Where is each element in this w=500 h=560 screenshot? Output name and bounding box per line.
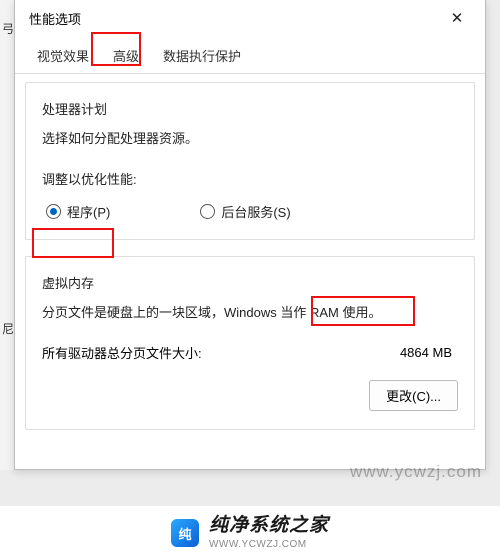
change-button[interactable]: 更改(C)... [369, 380, 458, 411]
virtual-memory-group: 虚拟内存 分页文件是硬盘上的一块区域，Windows 当作 RAM 使用。 所有… [25, 256, 475, 430]
footer-brand-en: WWW.YCWZJ.COM [209, 539, 329, 550]
tab-bar: 视觉效果 高级 数据执行保护 [15, 36, 485, 74]
vm-group-title: 虚拟内存 [42, 273, 458, 292]
footer-logo-icon: 纯 [171, 519, 199, 547]
vm-size-label: 所有驱动器总分页文件大小: [42, 343, 202, 362]
titlebar: 性能选项 ✕ [15, 0, 485, 36]
vm-size-row: 所有驱动器总分页文件大小: 4864 MB [42, 343, 458, 362]
background-window-strip: 弓 尼 [0, 0, 14, 470]
dialog-content: 处理器计划 选择如何分配处理器资源。 调整以优化性能: 程序(P) 后台服务(S… [15, 74, 485, 456]
radio-row: 程序(P) 后台服务(S) [42, 202, 458, 221]
radio-icon-unchecked [200, 204, 215, 219]
vm-group-desc: 分页文件是硬盘上的一块区域，Windows 当作 RAM 使用。 [42, 302, 458, 321]
performance-options-dialog: 性能选项 ✕ 视觉效果 高级 数据执行保护 处理器计划 选择如何分配处理器资源。… [14, 0, 486, 470]
close-button[interactable]: ✕ [437, 3, 477, 33]
vm-size-value: 4864 MB [394, 345, 458, 360]
radio-icon-checked [46, 204, 61, 219]
adjust-label: 调整以优化性能: [42, 169, 458, 188]
tab-dep[interactable]: 数据执行保护 [151, 40, 253, 73]
processor-scheduling-group: 处理器计划 选择如何分配处理器资源。 调整以优化性能: 程序(P) 后台服务(S… [25, 82, 475, 240]
radio-programs-label: 程序(P) [67, 202, 110, 221]
radio-background-services[interactable]: 后台服务(S) [200, 202, 290, 221]
close-icon: ✕ [451, 9, 464, 27]
processor-group-desc: 选择如何分配处理器资源。 [42, 128, 458, 147]
bg-char-1: 弓 [2, 20, 14, 37]
radio-services-label: 后台服务(S) [221, 202, 290, 221]
tab-advanced[interactable]: 高级 [101, 40, 151, 73]
radio-programs[interactable]: 程序(P) [46, 202, 110, 221]
footer-branding: 纯 纯净系统之家 WWW.YCWZJ.COM [0, 505, 500, 560]
tab-visual-effects[interactable]: 视觉效果 [25, 40, 101, 73]
processor-group-title: 处理器计划 [42, 99, 458, 118]
window-title: 性能选项 [29, 9, 81, 28]
bg-char-2: 尼 [2, 320, 14, 337]
footer-brand-cn: 纯净系统之家 [209, 516, 329, 537]
